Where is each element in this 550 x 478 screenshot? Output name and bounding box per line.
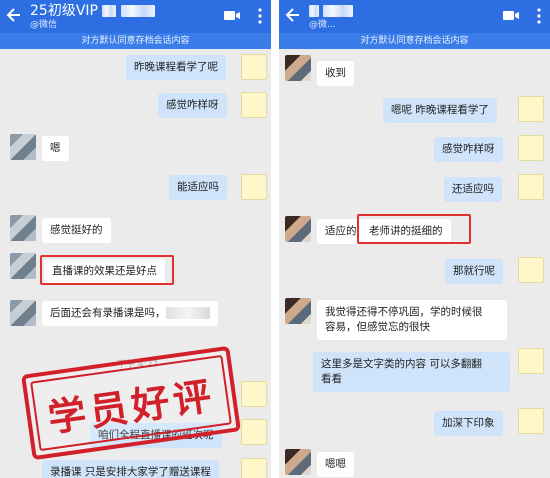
avatar[interactable]	[285, 216, 311, 242]
avatar[interactable]	[241, 381, 267, 407]
avatar[interactable]	[518, 135, 544, 161]
video-call-icon[interactable]	[223, 9, 241, 22]
message-bubble: 能适应吗	[169, 175, 227, 200]
avatar[interactable]	[518, 408, 544, 434]
chat-header: @微...	[279, 0, 550, 33]
avatar[interactable]	[10, 300, 36, 326]
more-menu-icon[interactable]	[257, 7, 263, 25]
avatar[interactable]	[285, 449, 311, 475]
screenshot-comparison: 25初级VIP @微信 对方默认同意存档会话内容 昨晚课程看学了呢 感觉咋样呀 …	[0, 0, 550, 478]
avatar[interactable]	[518, 348, 544, 374]
message-line: 我觉得还得不停巩固，学的时候很	[325, 306, 483, 318]
avatar[interactable]	[10, 134, 36, 160]
message-bubble: 录播课 只是安排大家学了赠送课程	[42, 460, 219, 478]
message-bubble: 感觉咋样呀	[158, 93, 227, 118]
chat-subtitle: @微信	[30, 20, 58, 30]
panel-divider	[271, 0, 279, 478]
message-bubble: 嗯呢 昨晚课程看学了	[383, 98, 497, 123]
avatar[interactable]	[241, 174, 267, 200]
highlight-box	[357, 214, 471, 244]
message-bubble: 昨晚课程看学了呢	[126, 55, 226, 80]
message-bubble: 嗯嗯	[317, 452, 354, 477]
chat-panel-left: 25初级VIP @微信 对方默认同意存档会话内容 昨晚课程看学了呢 感觉咋样呀 …	[0, 0, 271, 478]
avatar[interactable]	[518, 96, 544, 122]
highlight-box	[40, 255, 174, 285]
avatar[interactable]	[10, 253, 36, 279]
message-bubble: 我觉得还得不停巩固，学的时候很 容易，但感觉忘的很快	[317, 300, 507, 340]
message-line: 看看	[321, 373, 342, 385]
video-call-icon[interactable]	[502, 9, 520, 22]
avatar[interactable]	[10, 215, 36, 241]
message-line: 容易，但感觉忘的很快	[325, 321, 430, 333]
back-arrow-icon[interactable]	[4, 5, 24, 25]
avatar[interactable]	[241, 54, 267, 80]
message-bubble: 收到	[317, 61, 354, 86]
chat-title	[309, 2, 354, 20]
more-menu-icon[interactable]	[536, 7, 542, 25]
chat-header: 25初级VIP @微信	[0, 0, 271, 33]
avatar[interactable]	[241, 419, 267, 445]
message-line: 这里多是文字类的内容 可以多翻翻	[321, 358, 482, 370]
message-bubble: 后面还会有录播课是吗，	[42, 301, 218, 326]
message-bubble: 感觉挺好的	[42, 218, 111, 243]
avatar[interactable]	[285, 55, 311, 81]
avatar[interactable]	[241, 458, 267, 478]
message-bubble: 这里多是文字类的内容 可以多翻翻 看看	[313, 352, 510, 392]
chat-panel-right: @微... 对方默认同意存档会话内容 收到 嗯呢 昨晚课程看学了 感觉咋样呀 还…	[279, 0, 550, 478]
chat-title: 25初级VIP	[30, 2, 155, 20]
message-bubble: 加深下印象	[434, 411, 503, 436]
archive-notice: 对方默认同意存档会话内容	[0, 33, 271, 49]
message-bubble: 那就行呢	[445, 259, 503, 284]
avatar[interactable]	[518, 257, 544, 283]
avatar[interactable]	[518, 174, 544, 200]
message-bubble: 感觉咋样呀	[434, 137, 503, 162]
message-bubble: 嗯	[42, 136, 69, 161]
back-arrow-icon[interactable]	[283, 5, 303, 25]
archive-notice: 对方默认同意存档会话内容	[279, 33, 550, 49]
message-bubble: 还适应吗	[444, 177, 502, 202]
avatar[interactable]	[285, 298, 311, 324]
avatar[interactable]	[241, 92, 267, 118]
chat-subtitle: @微...	[309, 20, 336, 30]
